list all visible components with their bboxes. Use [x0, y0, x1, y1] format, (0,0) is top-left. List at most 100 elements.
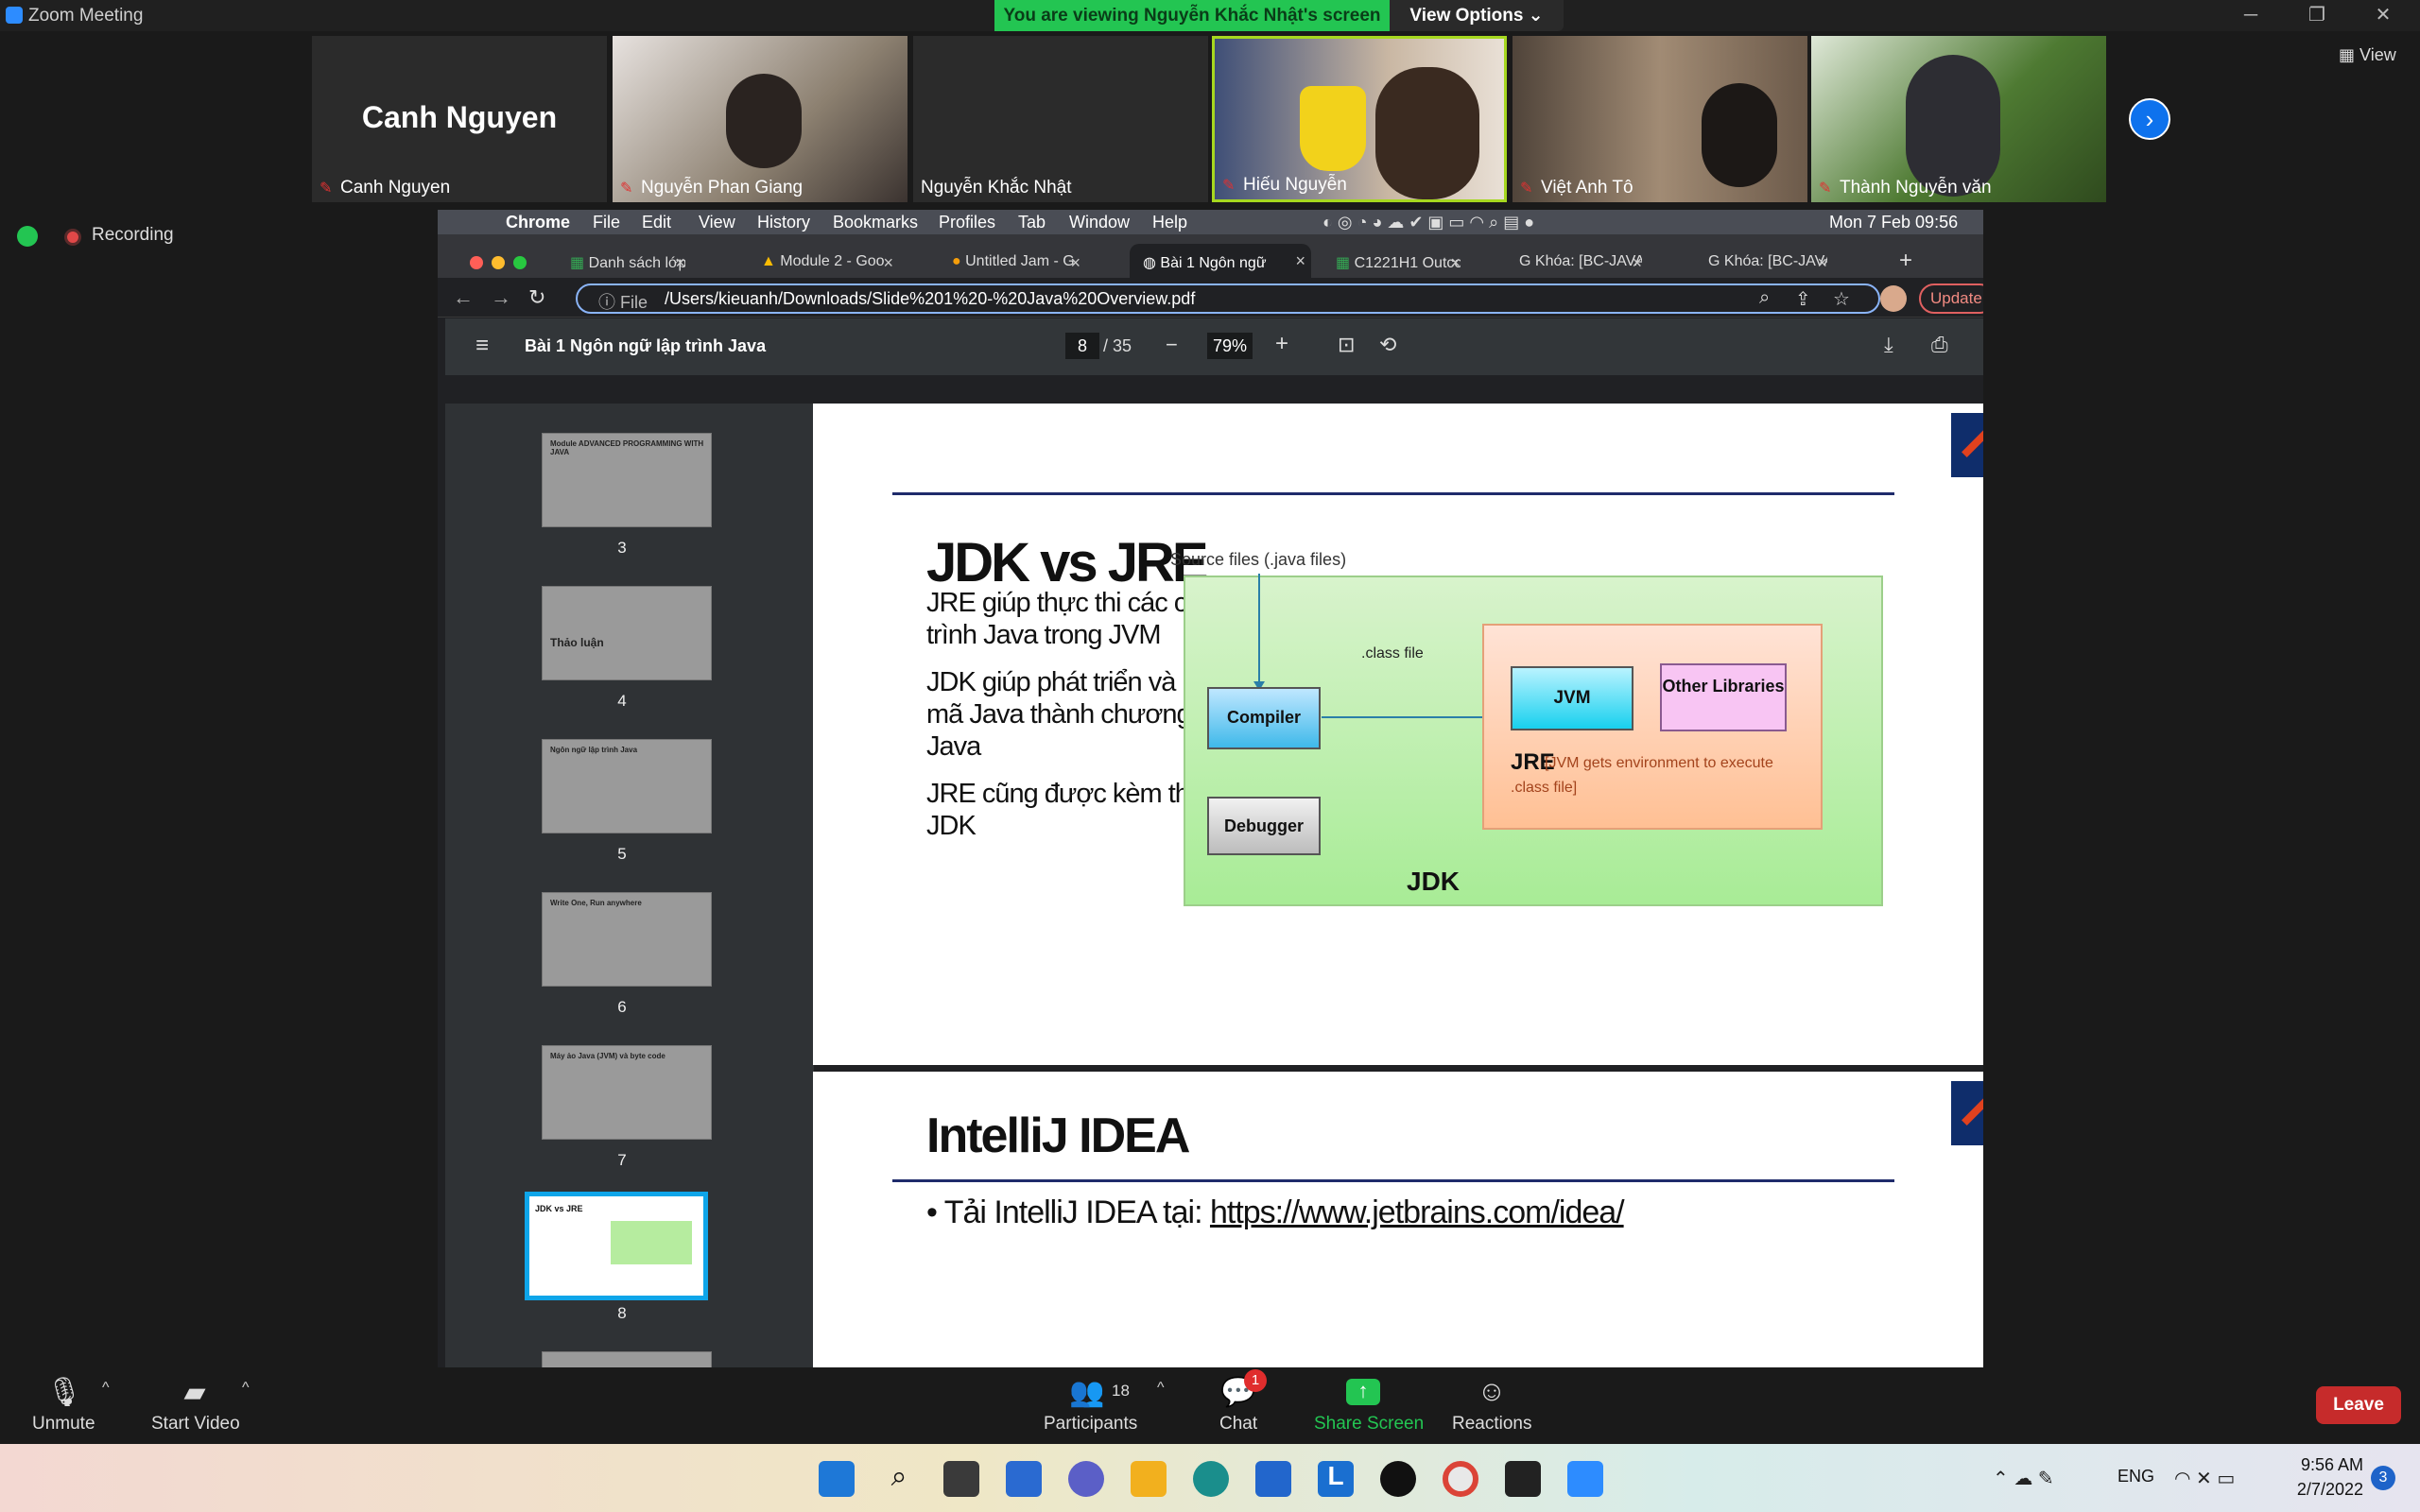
- menu-bookmarks[interactable]: Bookmarks: [833, 213, 918, 232]
- participant-tile[interactable]: ✎ Thành Nguyễn văn: [1811, 36, 2106, 202]
- task-view-icon[interactable]: [943, 1461, 979, 1497]
- participant-tile[interactable]: Nguyễn Khắc Nhật: [913, 36, 1208, 202]
- menu-profiles[interactable]: Profiles: [939, 213, 995, 232]
- fit-page-icon[interactable]: ⊡: [1338, 333, 1355, 357]
- minimize-window-icon[interactable]: [492, 256, 505, 269]
- zoom-in-icon[interactable]: +: [1275, 331, 1288, 357]
- intellij-icon[interactable]: [1505, 1461, 1541, 1497]
- back-icon[interactable]: ←: [453, 285, 474, 310]
- browser-tab[interactable]: ▦ Danh sách lớp - ×: [570, 253, 685, 278]
- bookmark-star-icon[interactable]: ☆: [1833, 287, 1850, 311]
- participants-button[interactable]: Participants: [1044, 1414, 1137, 1435]
- page-thumbnail-8-selected[interactable]: JDK vs JRE: [525, 1192, 708, 1300]
- file-explorer-icon[interactable]: [1131, 1461, 1167, 1497]
- input-language[interactable]: ENG: [2118, 1467, 2154, 1486]
- browser-tab-active[interactable]: ◍ Bài 1 Ngôn ngữ ×: [1130, 244, 1311, 278]
- audio-options-chevron-icon[interactable]: ^: [102, 1380, 110, 1397]
- browser-tab[interactable]: ▦ C1221H1 Outco ×: [1336, 253, 1461, 278]
- l-app-icon[interactable]: L: [1318, 1461, 1354, 1497]
- zoom-app-icon[interactable]: [1567, 1461, 1603, 1497]
- menu-history[interactable]: History: [757, 213, 810, 232]
- download-icon[interactable]: ⤓: [1884, 333, 1893, 357]
- leave-button[interactable]: Leave: [2316, 1386, 2401, 1424]
- search-icon[interactable]: ⌕: [881, 1461, 917, 1497]
- maximize-icon[interactable]: ❐: [2293, 2, 2341, 28]
- new-tab-icon[interactable]: +: [1899, 248, 1912, 274]
- close-tab-icon[interactable]: ×: [1632, 253, 1642, 273]
- forward-icon[interactable]: →: [491, 285, 511, 310]
- browser-tab[interactable]: G Khóa: [BC-JAVA ×: [1708, 253, 1827, 278]
- menu-hamburger-icon[interactable]: ≡: [475, 333, 489, 359]
- rotate-icon[interactable]: ⟲: [1379, 333, 1396, 357]
- zoom-out-icon[interactable]: −: [1166, 333, 1178, 357]
- update-button[interactable]: Update: [1919, 284, 1983, 314]
- status-icons[interactable]: ◐ ◎ ◔ ◕ ☁ ✔ ▣ ▭ ◠ ⌕ ▤ ●: [1322, 213, 1534, 232]
- share-screen-button[interactable]: Share Screen: [1314, 1414, 1424, 1435]
- teams-chat-icon[interactable]: [1068, 1461, 1104, 1497]
- notification-badge[interactable]: 3: [2371, 1466, 2395, 1490]
- page-thumbnail-7[interactable]: Máy ảo Java (JVM) và byte code: [542, 1045, 712, 1140]
- url-text[interactable]: /Users/kieuanh/Downloads/Slide%201%20-%2…: [665, 289, 1195, 309]
- reactions-button[interactable]: Reactions: [1452, 1414, 1532, 1435]
- chrome-icon[interactable]: [1443, 1461, 1478, 1497]
- close-icon[interactable]: ✕: [2360, 2, 2407, 28]
- system-tray-icons[interactable]: ⌃ ☁ ✎: [1993, 1467, 2054, 1490]
- taskbar-time[interactable]: 9:56 AM: [2259, 1455, 2363, 1475]
- jetbrains-link[interactable]: https://www.jetbrains.com/idea/: [1210, 1194, 1625, 1230]
- browser-tab[interactable]: ● Untitled Jam - G ×: [952, 253, 1080, 278]
- page-thumbnail-9[interactable]: [542, 1351, 712, 1367]
- network-volume-battery-icons[interactable]: ◠ ✕ ▭: [2174, 1467, 2235, 1490]
- edge-icon[interactable]: [1193, 1461, 1229, 1497]
- page-thumbnail-5[interactable]: Ngôn ngữ lập trình Java: [542, 739, 712, 833]
- participant-tile[interactable]: ✎ Nguyễn Phan Giang: [613, 36, 908, 202]
- security-shield-icon[interactable]: [17, 226, 38, 247]
- page-thumbnail-4[interactable]: Thảo luận: [542, 586, 712, 680]
- chat-button[interactable]: Chat: [1219, 1414, 1257, 1435]
- share-screen-icon[interactable]: ↑: [1346, 1379, 1380, 1405]
- close-tab-icon[interactable]: ×: [1450, 253, 1461, 273]
- view-button[interactable]: ▦ View: [2339, 45, 2396, 65]
- video-off-icon[interactable]: ▰: [176, 1376, 214, 1408]
- menu-file[interactable]: File: [593, 213, 620, 232]
- participants-chevron-icon[interactable]: ^: [1157, 1380, 1165, 1397]
- taskbar-date[interactable]: 2/7/2022: [2259, 1480, 2363, 1500]
- browser-tab[interactable]: G Khóa: [BC-JAVA ×: [1519, 253, 1642, 278]
- app-menu[interactable]: Chrome: [506, 213, 570, 232]
- store-icon[interactable]: [1255, 1461, 1291, 1497]
- close-tab-icon[interactable]: ×: [1070, 253, 1080, 273]
- game-app-icon[interactable]: [1380, 1461, 1416, 1497]
- browser-tab[interactable]: ▲ Module 2 - Goo ×: [761, 253, 893, 278]
- file-chip[interactable]: ⓘ File: [598, 289, 648, 314]
- reactions-icon[interactable]: ☺: [1473, 1376, 1511, 1408]
- participant-tile[interactable]: Canh Nguyen ✎ Canh Nguyen: [312, 36, 607, 202]
- menu-view[interactable]: View: [699, 213, 735, 232]
- close-tab-icon[interactable]: ×: [883, 253, 893, 273]
- unmute-button[interactable]: Unmute: [32, 1414, 95, 1435]
- close-tab-icon[interactable]: ×: [675, 253, 685, 273]
- participant-tile[interactable]: ✎ Việt Anh Tô: [1512, 36, 1807, 202]
- menu-tab[interactable]: Tab: [1018, 213, 1046, 232]
- close-tab-icon[interactable]: ×: [1295, 251, 1305, 271]
- menu-window[interactable]: Window: [1069, 213, 1130, 232]
- video-options-chevron-icon[interactable]: ^: [242, 1380, 250, 1397]
- zoom-level-input[interactable]: 79%: [1207, 333, 1253, 359]
- reload-icon[interactable]: ↻: [528, 285, 545, 310]
- zoom-lens-icon[interactable]: ⌕: [1759, 287, 1770, 309]
- start-video-button[interactable]: Start Video: [151, 1414, 240, 1435]
- page-number-input[interactable]: 8: [1065, 333, 1099, 359]
- menu-help[interactable]: Help: [1152, 213, 1187, 232]
- muted-microphone-icon[interactable]: 🎙: [45, 1376, 83, 1408]
- page-thumbnail-3[interactable]: Module ADVANCED PROGRAMMING WITH JAVA: [542, 433, 712, 527]
- share-icon[interactable]: ⇪: [1795, 287, 1811, 311]
- participants-icon[interactable]: 👥: [1068, 1376, 1106, 1408]
- zoom-window-icon[interactable]: [513, 256, 527, 269]
- next-page-arrow-icon[interactable]: ›: [2129, 98, 2170, 140]
- page-thumbnail-6[interactable]: Write One, Run anywhere: [542, 892, 712, 987]
- close-window-icon[interactable]: [470, 256, 483, 269]
- profile-avatar[interactable]: [1880, 285, 1907, 312]
- start-icon[interactable]: [819, 1461, 855, 1497]
- close-tab-icon[interactable]: ×: [1817, 253, 1827, 273]
- view-options-button[interactable]: View Options ⌄: [1390, 0, 1564, 31]
- menu-edit[interactable]: Edit: [642, 213, 671, 232]
- participant-tile-active-speaker[interactable]: ✎ Hiếu Nguyễn: [1212, 36, 1507, 202]
